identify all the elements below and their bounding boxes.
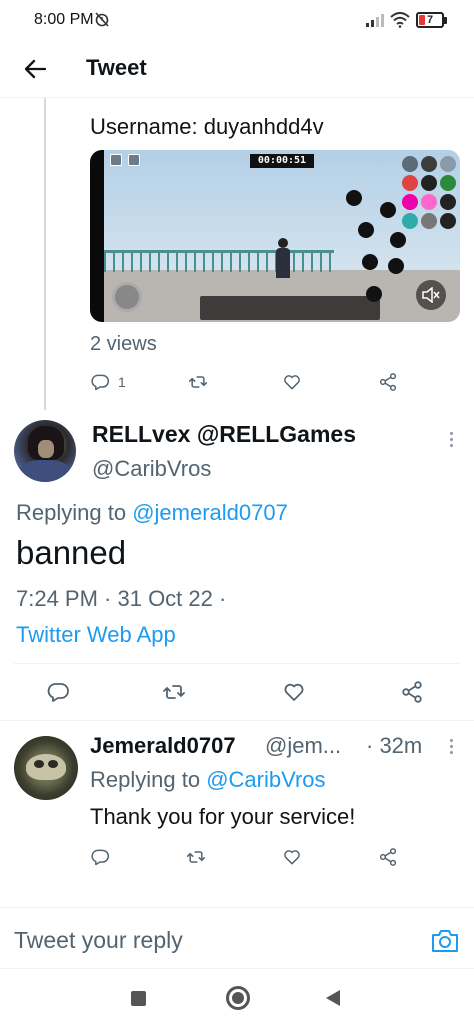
video-joystick [112, 282, 142, 312]
status-icons: 7 [366, 11, 447, 29]
retweet-button[interactable] [188, 370, 208, 394]
reply-icon [91, 849, 110, 866]
wifi-icon [390, 12, 410, 28]
tweet-source[interactable]: Twitter Web App [16, 622, 176, 648]
replying-to-label: Replying to [16, 500, 127, 525]
reply-icon [91, 374, 110, 391]
divider [0, 720, 474, 721]
share-icon [379, 373, 397, 391]
status-bar: 8:00 PM 7 [0, 0, 474, 40]
reply-button[interactable] [90, 845, 110, 869]
system-nav-bar [0, 970, 474, 1026]
back-button[interactable] [18, 52, 52, 86]
reply-tweet-text: Thank you for your service! [90, 804, 356, 829]
video-character [276, 248, 290, 278]
main-tweet-text: banned [16, 534, 127, 571]
replying-to-handle[interactable]: @CaribVros [206, 767, 325, 792]
retweet-icon [188, 376, 208, 388]
battery-icon: 7 [416, 12, 447, 28]
camera-button[interactable] [430, 928, 460, 954]
parent-tweet-text: Username: duyanhdd4v [90, 114, 324, 139]
like-button[interactable] [282, 680, 306, 704]
video-chat-icon [128, 154, 140, 166]
reply-input[interactable] [14, 925, 394, 955]
replying-to: Replying to @jemerald0707 [16, 500, 288, 526]
avatar[interactable] [14, 736, 78, 800]
reply-button[interactable] [46, 680, 70, 704]
reply-time: · 32m [366, 733, 423, 758]
avatar[interactable] [14, 420, 76, 482]
mute-icon [422, 287, 440, 303]
replying-to: Replying to @CaribVros [90, 767, 326, 793]
nav-back-icon[interactable] [326, 990, 340, 1006]
retweet-button[interactable] [186, 845, 206, 869]
share-icon [402, 681, 422, 703]
view-count: 2 views [90, 333, 157, 355]
alarm-off-icon [95, 12, 109, 27]
video-avatar-grid [402, 156, 460, 229]
video-hud [200, 296, 380, 320]
main-tweet-display-name[interactable]: RELLvex @RELLGames [92, 421, 356, 448]
replying-to-handle[interactable]: @jemerald0707 [132, 500, 288, 525]
main-tweet-handle[interactable]: @CaribVros [92, 456, 211, 482]
recents-icon[interactable] [131, 991, 146, 1006]
like-button[interactable] [282, 845, 302, 869]
signal-icon [366, 14, 384, 27]
reply-tweet-actions [90, 845, 410, 869]
retweet-button[interactable] [162, 680, 186, 704]
app-header: Tweet [0, 40, 474, 98]
more-icon[interactable] [443, 735, 459, 757]
share-button[interactable] [400, 680, 424, 704]
tweet-video[interactable]: 00:00:51 [90, 150, 460, 322]
reply-icon [47, 683, 69, 702]
parent-tweet-actions: 1 [90, 370, 410, 394]
like-button[interactable] [282, 370, 302, 394]
share-icon [379, 848, 397, 866]
more-icon[interactable] [443, 428, 459, 450]
mute-button[interactable] [416, 280, 446, 310]
share-button[interactable] [378, 370, 398, 394]
camera-icon [432, 930, 458, 952]
video-timer: 00:00:51 [250, 154, 314, 168]
retweet-icon [186, 851, 206, 863]
status-time: 8:00 PM [34, 11, 94, 28]
retweet-icon [163, 685, 185, 699]
home-icon[interactable] [226, 986, 250, 1010]
video-menu-icon [110, 154, 122, 166]
divider [14, 663, 460, 664]
thread-line [44, 98, 46, 410]
like-icon [284, 850, 300, 865]
tweet-timestamp[interactable]: 7:24 PM · 31 Oct 22 · [16, 586, 226, 612]
back-arrow-icon [24, 59, 46, 79]
reply-handle[interactable]: @jem... [265, 733, 341, 759]
reply-button[interactable]: 1 [90, 370, 126, 394]
reply-composer [0, 907, 474, 969]
like-icon [284, 375, 300, 390]
reply-display-name[interactable]: Jemerald0707 [90, 733, 236, 759]
share-button[interactable] [378, 845, 398, 869]
like-icon [284, 683, 304, 701]
battery-level: 7 [426, 14, 434, 26]
replying-to-label: Replying to [90, 767, 201, 792]
reply-count: 1 [118, 374, 126, 390]
page-title: Tweet [86, 55, 147, 80]
main-tweet-actions [46, 680, 436, 704]
